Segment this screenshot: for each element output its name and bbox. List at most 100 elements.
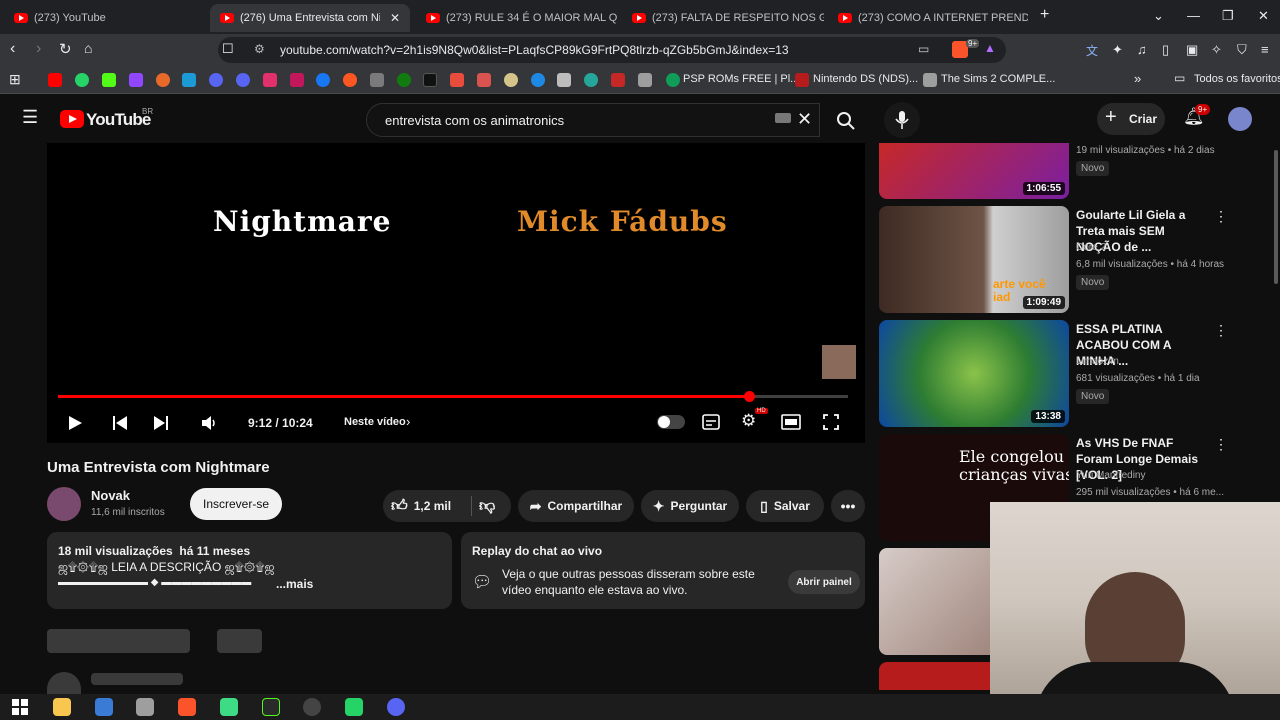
play-icon[interactable] [67,415,83,431]
whatsapp-icon[interactable] [345,698,363,716]
open-panel-button[interactable]: Abrir painel [788,570,860,594]
channel-avatar[interactable] [47,487,81,521]
fullscreen-icon[interactable] [823,414,839,430]
clear-search-icon[interactable]: ✕ [797,109,812,130]
translate-icon[interactable]: 文 [1086,42,1098,59]
voice-search-button[interactable] [884,102,920,138]
youtube-logo-icon[interactable] [60,110,84,128]
youtube-bookmark-icon[interactable] [48,73,62,87]
discord-alt-bookmark-icon[interactable] [236,73,250,87]
maximize-icon[interactable]: ❐ [1222,8,1234,24]
vpn-icon[interactable]: ⛉ [1237,42,1247,58]
file-explorer-icon[interactable] [53,698,71,716]
brave-rewards-icon[interactable]: ▲ [984,41,996,55]
related-thumbnail[interactable]: 1:06:55 [879,143,1069,199]
search-button[interactable] [820,103,872,137]
kick-bookmark-icon[interactable] [102,73,116,87]
play-bookmark-icon[interactable] [531,73,545,87]
d-bookmark-icon[interactable] [611,73,625,87]
browser-tab[interactable]: (273) COMO A INTERNET PRENDEU [828,4,1028,32]
like-count[interactable]: 1,2 mil [414,499,451,513]
share-button[interactable]: ➦ Compartilhar [518,490,634,522]
subscribe-button[interactable]: Inscrever-se [190,488,282,520]
browser-tab-active[interactable]: (276) Uma Entrevista com Nightm ✕ [210,4,410,32]
new-tab-icon[interactable]: + [1040,6,1049,24]
menu-icon[interactable]: ≡ [1261,42,1269,57]
related-thumbnail[interactable]: 13:38 [879,320,1069,427]
chapter-label[interactable]: Neste vídeo [344,416,406,428]
close-window-icon[interactable]: ✕ [1258,8,1269,24]
bookmark-sims[interactable]: The Sims 2 COMPLE... [941,73,1055,85]
volume-icon[interactable] [200,414,218,432]
psp-bookmark-icon[interactable] [666,73,680,87]
address-bar[interactable]: ☐ ⚙ youtube.com/watch?v=2h1is9N8Qw0&list… [218,37,1006,63]
media-icon[interactable]: ♫ [1137,42,1147,57]
keyboard-icon[interactable] [775,113,791,123]
bookmark-nds[interactable]: Nintendo DS (NDS)... [813,73,918,85]
instagram-bookmark-icon[interactable] [263,73,277,87]
progress-bar[interactable] [58,391,848,402]
discord-icon[interactable] [387,698,405,716]
cast-icon[interactable]: ▭ [918,42,929,56]
forward-icon[interactable]: › [36,40,41,58]
tab-search-icon[interactable]: ⌄ [1153,8,1164,24]
app-icon[interactable] [262,698,280,716]
browser-tab[interactable]: (273) YouTube [4,4,204,32]
hamburger-menu-icon[interactable]: ☰ [22,107,38,128]
more-vert-icon[interactable]: ⋮ [1214,322,1228,339]
browser-tab[interactable]: (273) RULE 34 É O MAIOR MAL QUE [416,4,618,32]
site-info-icon[interactable]: ⚙ [254,42,265,56]
emulator-icon[interactable] [220,698,238,716]
red-bookmark-icon[interactable] [290,73,304,87]
sidebar-icon[interactable]: ▯ [1162,42,1169,58]
scrollbar-thumb[interactable] [1274,150,1278,284]
app-icon[interactable] [303,698,321,716]
bookmark-icon[interactable] [504,73,518,87]
video-player[interactable]: Nightmare Mick Fádubs 9:12 / 10:24 Neste… [47,143,865,443]
sims-bookmark-icon[interactable] [923,73,937,87]
subtitles-icon[interactable] [702,414,720,430]
related-channel[interactable]: Yuri Manfrediny [1076,470,1145,481]
bookmark-icon[interactable] [638,73,652,87]
bolt-bookmark-icon[interactable] [557,73,571,87]
tiktok-bookmark-icon[interactable] [423,73,437,87]
twitch-bookmark-icon[interactable] [129,73,143,87]
whatsapp-bookmark-icon[interactable] [75,73,89,87]
show-more-link[interactable]: ...mais [276,577,313,591]
youtube-logo-text[interactable]: YouTube [86,110,151,130]
channel-watermark[interactable] [822,345,856,379]
wallet-icon[interactable]: ▣ [1186,42,1198,58]
scrubber-handle[interactable] [744,391,756,402]
leo-ai-icon[interactable]: ✧ [1211,42,1222,58]
ask-button[interactable]: ✦ Perguntar [641,490,739,522]
more-actions-button[interactable]: ••• [831,490,865,522]
apps-grid-icon[interactable]: ⊞ [9,71,21,88]
more-bookmarks-icon[interactable]: » [1134,71,1141,86]
create-button[interactable]: + Criar [1097,103,1165,135]
thumbs-down-icon[interactable]: 👎︎ [479,497,495,516]
close-tab-icon[interactable]: ✕ [390,11,400,25]
bookmark-icon[interactable] [584,73,598,87]
related-channel[interactable]: Limaozim [1076,356,1119,367]
extensions-icon[interactable]: ✦ [1112,42,1123,58]
nds-bookmark-icon[interactable] [795,73,809,87]
reddit-bookmark-icon[interactable] [343,73,357,87]
settings-gear-icon[interactable]: ⚙ [741,411,756,431]
more-vert-icon[interactable]: ⋮ [1214,436,1228,453]
more-vert-icon[interactable]: ⋮ [1214,208,1228,225]
previous-icon[interactable] [112,415,128,431]
theater-mode-icon[interactable] [781,414,801,430]
description-box[interactable]: 18 mil visualizações há 11 meses ஜ۩۞۩ஜ L… [47,532,452,609]
bookmark-star-icon[interactable]: ☐ [222,41,234,57]
reload-icon[interactable]: ↻ [59,40,72,58]
brave-browser-icon[interactable] [178,698,196,716]
all-bookmarks[interactable]: Todos os favoritos [1194,73,1280,85]
app-icon[interactable] [136,698,154,716]
discord-bookmark-icon[interactable] [209,73,223,87]
minimize-icon[interactable]: — [1187,8,1200,23]
back-icon[interactable]: ‹ [10,40,15,58]
next-icon[interactable] [153,415,169,431]
crunchyroll-bookmark-icon[interactable] [156,73,170,87]
save-button[interactable]: ▯ Salvar [746,490,824,522]
facebook-bookmark-icon[interactable] [316,73,330,87]
